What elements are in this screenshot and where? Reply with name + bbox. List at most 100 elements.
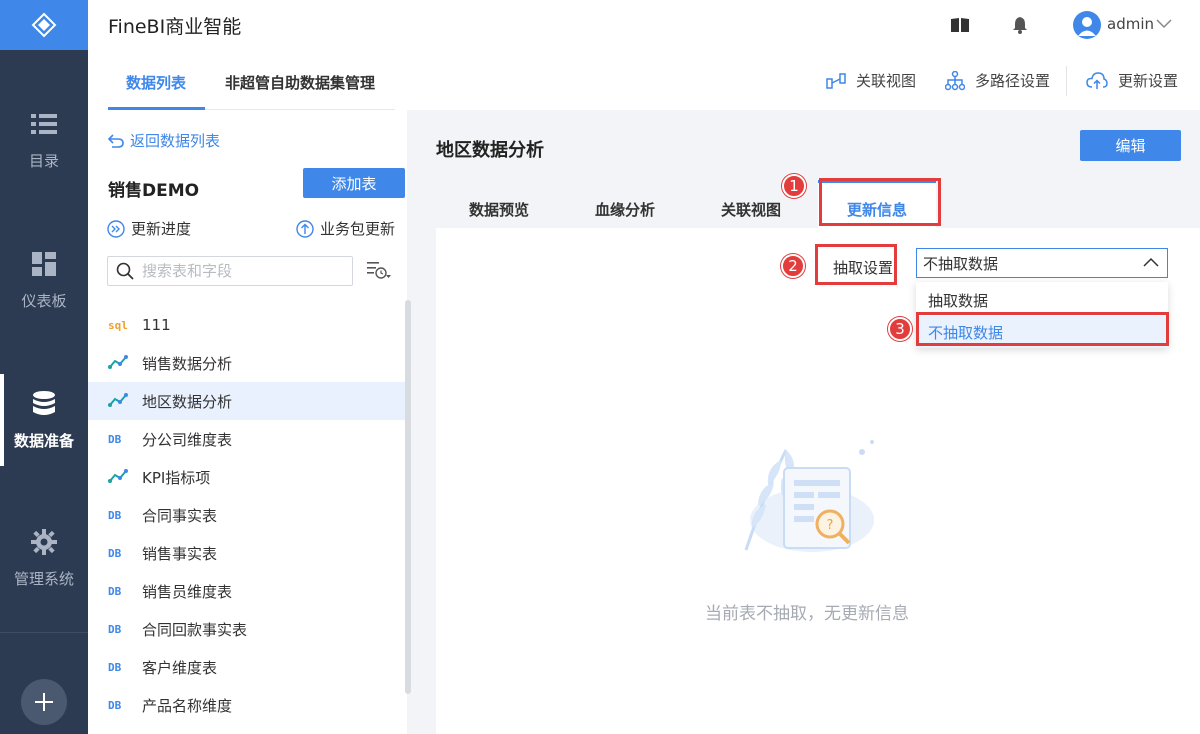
back-arrow-icon: [108, 133, 124, 148]
tab-self-service-dataset[interactable]: 非超管自助数据集管理: [225, 72, 375, 93]
table-row[interactable]: DB 产品名称维度: [88, 686, 407, 724]
search-field[interactable]: [107, 256, 353, 286]
annotation-box-1: [819, 178, 941, 226]
db-table-icon: DB: [108, 698, 122, 712]
package-update-label: 业务包更新: [320, 220, 396, 238]
nav-item-admin[interactable]: 管理系统: [0, 508, 88, 608]
detail-tabs: 数据预览 血缘分析 关联视图 更新信息: [436, 180, 1200, 228]
update-progress-label: 更新进度: [131, 220, 192, 238]
table-row[interactable]: 地区数据分析: [88, 382, 407, 420]
bell-icon[interactable]: [1010, 15, 1030, 35]
table-name: 销售员维度表: [142, 582, 233, 601]
relation-icon: [826, 72, 846, 89]
table-list-panel: 返回数据列表 销售DEMO 添加表 更新进度 业务包更新 sql 111 销售数据分…: [88, 110, 411, 734]
search-icon: [116, 262, 134, 280]
database-icon: [30, 390, 58, 418]
update-settings-button[interactable]: 更新设置: [1086, 70, 1178, 91]
app-title: FineBI商业智能: [108, 16, 242, 38]
back-to-list-label: 返回数据列表: [130, 132, 221, 150]
left-nav: 目录 仪表板 数据准备 管理系统: [0, 0, 88, 734]
tab-lineage[interactable]: 血缘分析: [595, 199, 655, 220]
nav-label-admin: 管理系统: [13, 569, 74, 588]
filter-button[interactable]: [366, 260, 392, 286]
db-table-icon: DB: [108, 622, 122, 636]
table-row[interactable]: sql 111: [88, 306, 407, 344]
edit-button[interactable]: 编辑: [1080, 130, 1181, 161]
annotation-box-2: [815, 244, 897, 285]
add-button[interactable]: [21, 679, 67, 725]
table-row[interactable]: KPI指标项: [88, 458, 407, 496]
nav-label-dashboard: 仪表板: [21, 291, 67, 310]
tab-relation-view[interactable]: 关联视图: [721, 199, 781, 220]
table-row[interactable]: DB 分公司维度表: [88, 420, 407, 458]
table-row[interactable]: DB 销售员维度表: [88, 572, 407, 610]
table-name: 销售事实表: [142, 544, 218, 563]
back-to-list-link[interactable]: 返回数据列表: [108, 130, 220, 151]
annotation-number-2: 2: [781, 254, 805, 278]
annotation-box-3: [916, 312, 1169, 346]
table-row[interactable]: DB 销售事实表: [88, 534, 407, 572]
sql-table-icon: sql: [108, 318, 128, 332]
update-settings-label: 更新设置: [1118, 72, 1179, 90]
nav-divider: [0, 632, 88, 633]
scrollbar[interactable]: [405, 300, 411, 694]
package-update-button[interactable]: 业务包更新: [296, 218, 395, 239]
self-service-dataset-icon: [108, 354, 142, 373]
logo-icon[interactable]: [0, 0, 88, 50]
gear-icon: [30, 528, 58, 556]
nav-item-catalog[interactable]: 目录: [0, 90, 88, 190]
sub-header: 数据列表 非超管自助数据集管理 关联视图 多路径设置 更新设置: [88, 50, 1200, 110]
table-name: 111: [142, 316, 171, 334]
search-input[interactable]: [142, 262, 342, 280]
user-icon: [1078, 17, 1096, 36]
plus-icon: [35, 693, 53, 711]
chevron-up-icon: [1143, 257, 1159, 267]
table-row[interactable]: DB 客户维度表: [88, 648, 407, 686]
multipath-settings-button[interactable]: 多路径设置: [945, 70, 1050, 91]
table-list: sql 111 销售数据分析 地区数据分析 DB 分公司维度表 KPI指标项 DB 合同事实表 D…: [88, 306, 407, 734]
extract-select[interactable]: 不抽取数据: [916, 248, 1168, 278]
self-service-dataset-icon: [108, 468, 142, 487]
table-name: 地区数据分析: [142, 392, 233, 411]
table-row[interactable]: DB 合同回款事实表: [88, 610, 407, 648]
tab-data-list[interactable]: 数据列表: [126, 72, 186, 93]
dashboard-icon: [30, 250, 58, 278]
update-progress-button[interactable]: 更新进度: [107, 218, 191, 239]
nav-label-catalog: 目录: [28, 151, 59, 170]
nav-item-data-prep[interactable]: 数据准备: [0, 370, 88, 470]
table-name: 产品名称维度: [142, 696, 233, 715]
progress-icon: [107, 219, 125, 238]
self-service-dataset-icon: [108, 392, 142, 411]
hierarchy-icon: [945, 70, 965, 90]
svg-text:?: ?: [827, 518, 834, 533]
username[interactable]: admin: [1107, 15, 1154, 33]
multipath-settings-label: 多路径设置: [975, 72, 1051, 90]
table-name: 分公司维度表: [142, 430, 233, 449]
book-icon[interactable]: [950, 15, 970, 35]
relation-view-button[interactable]: 关联视图: [826, 70, 916, 91]
empty-state-text: 当前表不抽取，无更新信息: [705, 604, 909, 624]
annotation-number-1: 1: [782, 174, 806, 198]
db-table-icon: DB: [108, 432, 122, 446]
avatar[interactable]: [1073, 11, 1101, 39]
table-name: 客户维度表: [142, 658, 218, 677]
extract-select-value: 不抽取数据: [923, 254, 999, 273]
page-title: 地区数据分析: [436, 140, 544, 161]
nav-label-data-prep: 数据准备: [13, 431, 74, 450]
db-table-icon: DB: [108, 584, 122, 598]
action-divider: [1066, 66, 1067, 96]
tab-data-preview[interactable]: 数据预览: [469, 199, 529, 220]
nav-item-dashboard[interactable]: 仪表板: [0, 230, 88, 330]
table-name: 合同事实表: [142, 506, 218, 525]
add-table-button[interactable]: 添加表: [303, 168, 405, 198]
table-row[interactable]: DB 合同事实表: [88, 496, 407, 534]
filter-list-icon: [367, 262, 391, 279]
annotation-number-3: 3: [888, 317, 912, 341]
top-header: FineBI商业智能 admin: [88, 0, 1200, 50]
relation-view-label: 关联视图: [856, 72, 917, 90]
db-table-icon: DB: [108, 546, 122, 560]
db-table-icon: DB: [108, 660, 122, 674]
table-row[interactable]: 销售数据分析: [88, 344, 407, 382]
table-name: 销售数据分析: [142, 354, 233, 373]
chevron-down-icon[interactable]: [1156, 17, 1172, 33]
